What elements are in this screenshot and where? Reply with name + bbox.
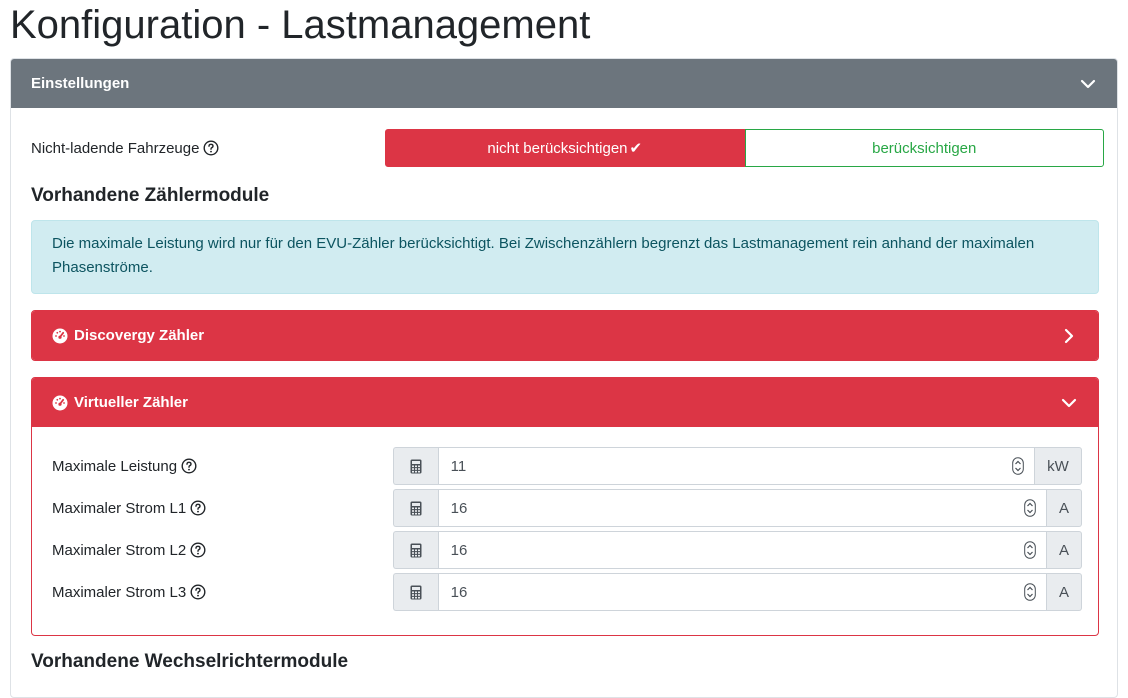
spinner-updown-icon[interactable] [1024,583,1036,601]
calculator-icon [410,459,422,473]
settings-card-header[interactable]: Einstellungen [11,59,1117,108]
help-icon[interactable] [190,500,206,516]
max-current-l1-row: Maximaler Strom L1 16 A [52,489,1082,527]
max-power-row: Maximale Leistung 11 kW [52,447,1082,485]
help-icon[interactable] [203,140,219,156]
settings-card: Einstellungen Nicht-ladende Fahrzeuge ni… [10,58,1118,698]
help-icon[interactable] [190,584,206,600]
help-icon[interactable] [181,458,197,474]
max-current-l2-input[interactable]: 16 [437,531,1047,569]
max-current-l1-unit: A [1047,489,1082,527]
max-power-label: Maximale Leistung [52,457,178,475]
check-icon: ✔ [629,140,643,157]
gauge-icon [52,328,68,343]
max-current-l2-label: Maximaler Strom L2 [52,541,187,559]
max-current-l2-row: Maximaler Strom L2 16 A [52,531,1082,569]
max-power-unit: kW [1035,447,1082,485]
max-current-l2-input-group: 16 A [392,531,1082,569]
virtual-meter-card: Virtueller Zähler Maximale Leistung 11 k… [31,377,1099,636]
spinner-updown-icon[interactable] [1024,541,1036,559]
calculator-icon [410,501,422,515]
chevron-down-icon[interactable] [1079,75,1097,93]
max-current-l3-input-group: 16 A [392,573,1082,611]
max-current-l1-input-group: 16 A [392,489,1082,527]
discovergy-meter-card: Discovergy Zähler [31,310,1099,361]
max-power-input[interactable]: 11 [437,447,1035,485]
max-current-l3-row: Maximaler Strom L3 16 A [52,573,1082,611]
settings-card-title: Einstellungen [31,75,130,92]
non-charging-vehicles-label: Nicht-ladende Fahrzeuge [31,140,385,157]
info-alert: Die maximale Leistung wird nur für den E… [31,220,1099,294]
max-current-l2-unit: A [1047,531,1082,569]
inverters-section-heading: Vorhandene Wechselrichtermodule [31,651,349,672]
max-current-l1-input[interactable]: 16 [437,489,1047,527]
non-charging-vehicles-row: Nicht-ladende Fahrzeuge nicht berücksich… [31,129,1105,167]
max-current-l1-label: Maximaler Strom L1 [52,499,187,517]
page-title: Konfiguration - Lastmanagement [10,3,591,47]
option-nicht-beruecksichtigen-button[interactable]: nicht berücksichtigen ✔ [385,129,745,167]
non-charging-toggle-group: nicht berücksichtigen ✔ berücksichtigen [385,129,1104,167]
gauge-icon [52,395,68,410]
max-current-l3-label: Maximaler Strom L3 [52,583,187,601]
max-current-l3-unit: A [1047,573,1082,611]
max-current-l3-input[interactable]: 16 [437,573,1047,611]
meters-section-heading: Vorhandene Zählermodule [31,185,270,206]
discovergy-meter-title: Discovergy Zähler [74,327,205,344]
chevron-right-icon[interactable] [1060,327,1078,345]
option-beruecksichtigen-button[interactable]: berücksichtigen [744,129,1104,167]
max-power-input-group: 11 kW [392,447,1082,485]
spinner-updown-icon[interactable] [1024,499,1036,517]
virtual-meter-title: Virtueller Zähler [74,394,188,411]
calculator-icon [410,543,422,557]
calculator-icon [410,585,422,599]
discovergy-meter-header[interactable]: Discovergy Zähler [32,311,1098,360]
virtual-meter-header[interactable]: Virtueller Zähler [32,378,1098,427]
help-icon[interactable] [190,542,206,558]
chevron-down-icon[interactable] [1060,394,1078,412]
spinner-updown-icon[interactable] [1012,457,1024,475]
